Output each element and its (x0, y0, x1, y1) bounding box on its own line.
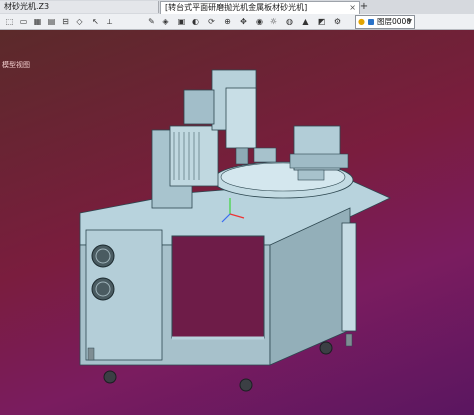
chevron-down-icon: ▼ (407, 18, 412, 25)
settings-icon[interactable]: ⚙ (332, 16, 343, 27)
view-icon[interactable]: ▣ (176, 16, 187, 27)
3d-viewport[interactable]: 模型视图 (0, 30, 474, 415)
material-icon[interactable]: ◍ (284, 16, 295, 27)
close-icon[interactable]: × (349, 2, 356, 14)
fan-bottom-icon (91, 277, 115, 301)
fan-top-icon (91, 244, 115, 268)
render-icon[interactable]: ▲ (300, 16, 311, 27)
window-icon[interactable]: ▭ (18, 16, 29, 27)
caster-wheel (103, 370, 117, 384)
cube-icon[interactable]: ◈ (160, 16, 171, 27)
cursor-icon[interactable]: ↖ (90, 16, 101, 27)
filter-icon[interactable]: ⊟ (60, 16, 71, 27)
shape-icon[interactable]: ◇ (74, 16, 85, 27)
tab-label: 材砂光机.Z3 (4, 2, 50, 11)
camera-icon[interactable]: ◉ (254, 16, 265, 27)
side-column (341, 222, 357, 332)
shade-icon[interactable]: ◐ (190, 16, 201, 27)
front-opening (171, 235, 265, 339)
tab-document-left[interactable]: 材砂光机.Z3 (0, 1, 159, 13)
lightbulb-icon: ● (358, 17, 365, 26)
zoom-icon[interactable]: ⊕ (222, 16, 233, 27)
tab-active-document[interactable]: [转台式平面研磨抛光机金属板材砂光机] × (160, 1, 360, 14)
light-icon[interactable]: ☼ (268, 16, 279, 27)
machine-model (79, 69, 391, 392)
layer-color-icon (368, 19, 374, 25)
layer-dropdown[interactable]: ● 图层0000 ▼ (355, 15, 415, 29)
grid-icon[interactable]: ▤ (46, 16, 57, 27)
tab-label: [转台式平面研磨抛光机金属板材砂光机] (165, 3, 308, 12)
section-icon[interactable]: ◩ (316, 16, 327, 27)
new-tab-button[interactable]: + (358, 0, 370, 14)
select-icon[interactable]: ⬚ (4, 16, 15, 27)
caster-wheel (319, 341, 333, 355)
axis-icon[interactable]: ⟂ (104, 16, 115, 27)
rotate-icon[interactable]: ⟳ (206, 16, 217, 27)
caster-wheel (239, 378, 253, 392)
pen-icon[interactable]: ✎ (146, 16, 157, 27)
toolbar: ⬚ ▭ ▦ ▤ ⊟ ◇ ↖ ⟂ ✎ ◈ ▣ ◐ ⟳ ⊕ ✥ ◉ ☼ ◍ ▲ ◩ … (0, 14, 474, 30)
tab-bar: 材砂光机.Z3 [转台式平面研磨抛光机金属板材砂光机] × + (0, 0, 474, 15)
pan-icon[interactable]: ✥ (238, 16, 249, 27)
layout-icon[interactable]: ▦ (32, 16, 43, 27)
layer-name: 图层0000 (377, 17, 412, 26)
